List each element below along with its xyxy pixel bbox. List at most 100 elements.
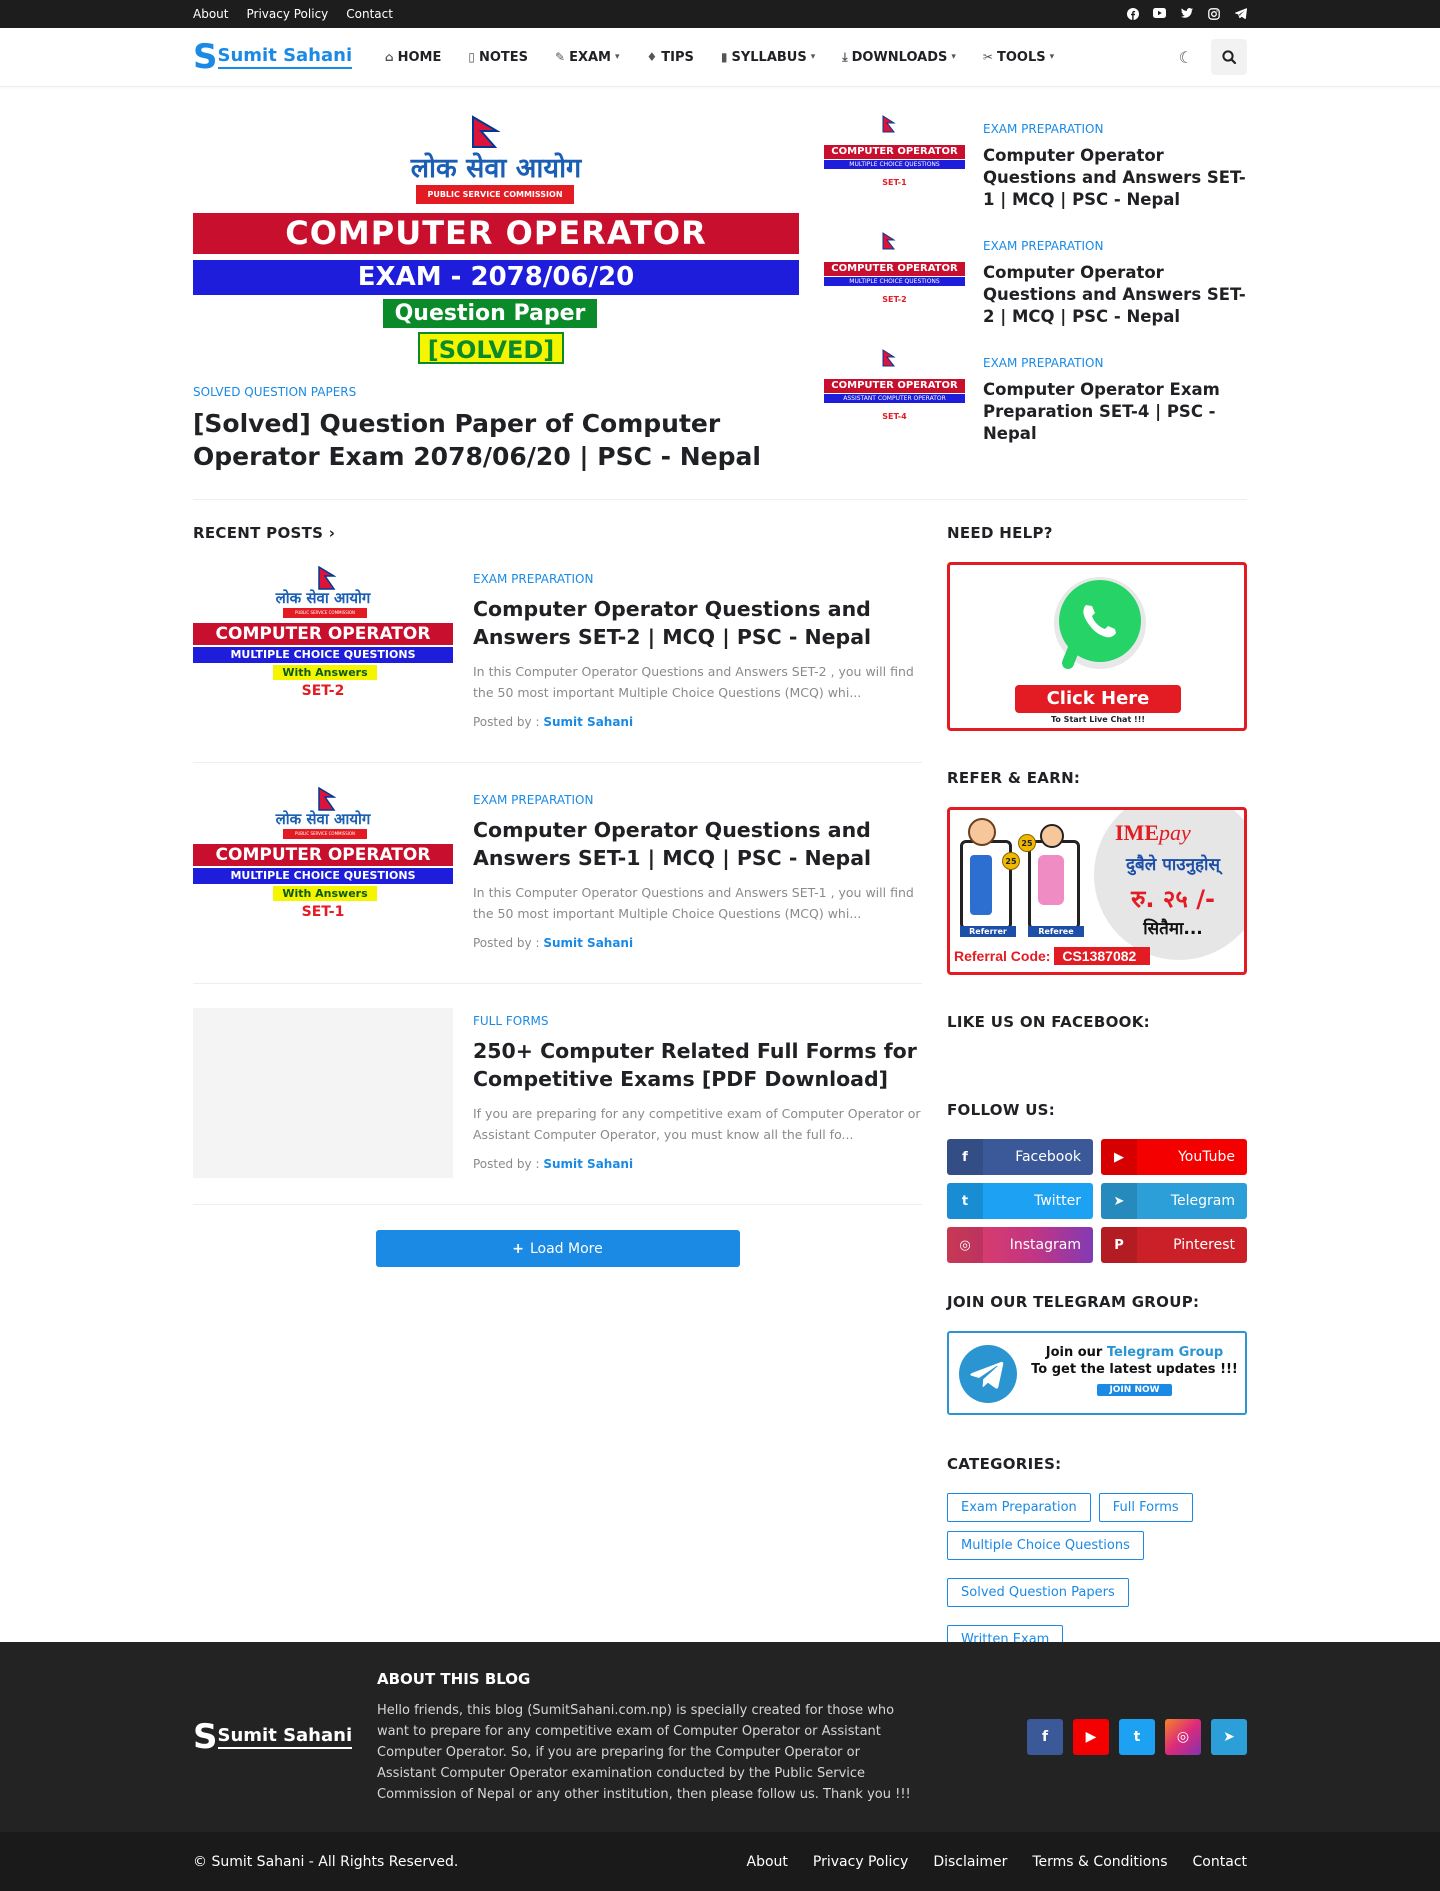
nepal-flag-icon [318, 566, 336, 590]
download-icon: ⤓ [842, 49, 848, 64]
referral-code-label: Referral Code: [954, 948, 1051, 964]
telegram-group-banner[interactable]: Join our Telegram Group To get the lates… [947, 1331, 1247, 1415]
posted-by-label: Posted by : [473, 715, 540, 729]
side-title[interactable]: Computer Operator Questions and Answers … [983, 145, 1247, 211]
youtube-icon[interactable]: ▶ [1073, 1719, 1109, 1755]
bottom-link-contact[interactable]: Contact [1193, 1854, 1247, 1870]
post-author[interactable]: Sumit Sahani [543, 1157, 633, 1171]
load-more-button[interactable]: + Load More [375, 1230, 740, 1267]
featured-side-item[interactable]: COMPUTER OPERATOR MULTIPLE CHOICE QUESTI… [824, 232, 1247, 329]
featured-image-line1: लोक सेवा आयोग [410, 153, 582, 184]
top-link-about[interactable]: About [193, 7, 228, 21]
bottom-links: About Privacy Policy Disclaimer Terms & … [747, 1854, 1247, 1870]
featured-image-line5: Question Paper [383, 299, 597, 328]
referrer-label: Referrer [960, 926, 1016, 937]
featured-side-item[interactable]: COMPUTER OPERATOR MULTIPLE CHOICE QUESTI… [824, 115, 1247, 212]
post-author[interactable]: Sumit Sahani [543, 936, 633, 950]
follow-youtube-button[interactable]: ▶ YouTube [1101, 1139, 1247, 1175]
follow-facebook-button[interactable]: f Facebook [947, 1139, 1093, 1175]
site-logo[interactable]: S Sumit Sahani [193, 38, 357, 76]
whatsapp-chat-banner[interactable]: Click Here To Start Live Chat !!! [947, 562, 1247, 731]
bottom-link-terms[interactable]: Terms & Conditions [1032, 1854, 1167, 1870]
bottom-bar: © Sumit Sahani - All Rights Reserved. Ab… [0, 1832, 1440, 1891]
nav-notes-label: NOTES [478, 49, 528, 65]
imepay-brand-pay: pay [1159, 820, 1191, 845]
imepay-referral-banner[interactable]: 25 25 Referrer Referee IMEpay दुबैले पाउ… [947, 807, 1247, 975]
post-item[interactable]: FULL FORMS 250+ Computer Related Full Fo… [193, 984, 922, 1205]
category-tag[interactable]: Multiple Choice Questions [947, 1531, 1144, 1560]
facebook-icon[interactable] [1126, 7, 1139, 21]
coin-badge: 25 [1002, 852, 1020, 870]
nav-tools[interactable]: ✂ TOOLS ▾ [983, 50, 1054, 65]
post-thumbnail[interactable]: लोक सेवा आयोग PUBLIC SERVICE COMMISSION … [193, 787, 453, 957]
top-link-contact[interactable]: Contact [346, 7, 393, 21]
follow-instagram-button[interactable]: ◎ Instagram [947, 1227, 1093, 1263]
top-social [1126, 7, 1247, 21]
footer-logo-mark: S [193, 1717, 217, 1757]
bottom-link-privacy[interactable]: Privacy Policy [813, 1854, 908, 1870]
post-category[interactable]: EXAM PREPARATION [473, 793, 922, 807]
recent-posts-heading[interactable]: RECENT POSTS › [193, 524, 922, 542]
footer-logo[interactable]: S Sumit Sahani [193, 1717, 377, 1757]
side-category[interactable]: EXAM PREPARATION [983, 356, 1247, 370]
featured-main-post[interactable]: लोक सेवा आयोग PUBLIC SERVICE COMMISSION … [193, 115, 799, 499]
main-nav: ⌂ HOME ▯ NOTES ✎ EXAM ▾ ♦ TIPS ▮ SYLLABUS ▾ ⤓ DO… [385, 50, 1054, 65]
thumb-psc-text: PUBLIC SERVICE COMMISSION [283, 829, 367, 839]
search-button[interactable] [1211, 39, 1247, 75]
post-item[interactable]: लोक सेवा आयोग PUBLIC SERVICE COMMISSION … [193, 542, 922, 763]
load-more-label: Load More [529, 1240, 603, 1257]
top-link-privacy[interactable]: Privacy Policy [246, 7, 328, 21]
facebook-icon[interactable]: f [1027, 1719, 1063, 1755]
nepal-flag-icon [472, 115, 501, 148]
post-title[interactable]: Computer Operator Questions and Answers … [473, 816, 922, 872]
nav-syllabus[interactable]: ▮ SYLLABUS ▾ [721, 50, 815, 65]
featured-side-item[interactable]: COMPUTER OPERATOR ASSISTANT COMPUTER OPE… [824, 349, 1247, 446]
follow-pinterest-button[interactable]: P Pinterest [1101, 1227, 1247, 1263]
nav-exam[interactable]: ✎ EXAM ▾ [555, 50, 620, 65]
post-category[interactable]: FULL FORMS [473, 1014, 922, 1028]
post-author[interactable]: Sumit Sahani [543, 715, 633, 729]
thumb-top-text: लोक सेवा आयोग [275, 589, 371, 607]
side-category[interactable]: EXAM PREPARATION [983, 122, 1247, 136]
tools-icon: ✂ [982, 50, 993, 64]
post-thumbnail[interactable] [193, 1008, 453, 1178]
featured-title[interactable]: [Solved] Question Paper of Computer Oper… [193, 407, 799, 473]
post-title[interactable]: 250+ Computer Related Full Forms for Com… [473, 1037, 922, 1093]
side-category[interactable]: EXAM PREPARATION [983, 239, 1247, 253]
follow-telegram-button[interactable]: ➤ Telegram [1101, 1183, 1247, 1219]
category-tag[interactable]: Full Forms [1098, 1493, 1193, 1522]
nav-notes[interactable]: ▯ NOTES [468, 50, 528, 65]
bottom-link-disclaimer[interactable]: Disclaimer [933, 1854, 1007, 1870]
post-thumbnail[interactable]: लोक सेवा आयोग PUBLIC SERVICE COMMISSION … [193, 566, 453, 736]
telegram-icon[interactable]: ➤ [1211, 1719, 1247, 1755]
referee-avatar [1040, 824, 1064, 848]
featured-image[interactable]: लोक सेवा आयोग PUBLIC SERVICE COMMISSION … [193, 115, 799, 369]
bottom-link-about[interactable]: About [747, 1854, 788, 1870]
category-tag[interactable]: Solved Question Papers [947, 1578, 1129, 1607]
categories-list: Exam Preparation Full Forms Multiple Cho… [947, 1493, 1247, 1654]
instagram-icon[interactable] [1207, 7, 1220, 21]
post-item[interactable]: लोक सेवा आयोग PUBLIC SERVICE COMMISSION … [193, 763, 922, 984]
twitter-icon[interactable] [1180, 7, 1193, 21]
side-thumbnail[interactable]: COMPUTER OPERATOR MULTIPLE CHOICE QUESTI… [824, 115, 965, 189]
nav-tips[interactable]: ♦ TIPS [647, 50, 694, 65]
telegram-icon[interactable] [1234, 7, 1247, 21]
featured-category[interactable]: SOLVED QUESTION PAPERS [193, 385, 799, 399]
post-title[interactable]: Computer Operator Questions and Answers … [473, 595, 922, 651]
twitter-icon[interactable]: t [1119, 1719, 1155, 1755]
nav-home[interactable]: ⌂ HOME [385, 50, 441, 65]
nav-downloads[interactable]: ⤓ DOWNLOADS ▾ [842, 50, 956, 65]
category-tag[interactable]: Exam Preparation [947, 1493, 1091, 1522]
instagram-icon[interactable]: ◎ [1165, 1719, 1201, 1755]
side-title[interactable]: Computer Operator Questions and Answers … [983, 262, 1247, 328]
youtube-icon[interactable] [1153, 7, 1166, 21]
post-category[interactable]: EXAM PREPARATION [473, 572, 922, 586]
dark-mode-icon[interactable]: ☾ [1179, 48, 1193, 67]
side-thumbnail[interactable]: COMPUTER OPERATOR MULTIPLE CHOICE QUESTI… [824, 232, 965, 306]
side-thumb-set: SET-2 [882, 295, 907, 304]
side-title[interactable]: Computer Operator Exam Preparation SET-4… [983, 379, 1247, 445]
logo-mark: S [193, 37, 217, 77]
side-thumbnail[interactable]: COMPUTER OPERATOR ASSISTANT COMPUTER OPE… [824, 349, 965, 423]
follow-twitter-button[interactable]: t Twitter [947, 1183, 1093, 1219]
chevron-down-icon: ▾ [614, 52, 620, 62]
